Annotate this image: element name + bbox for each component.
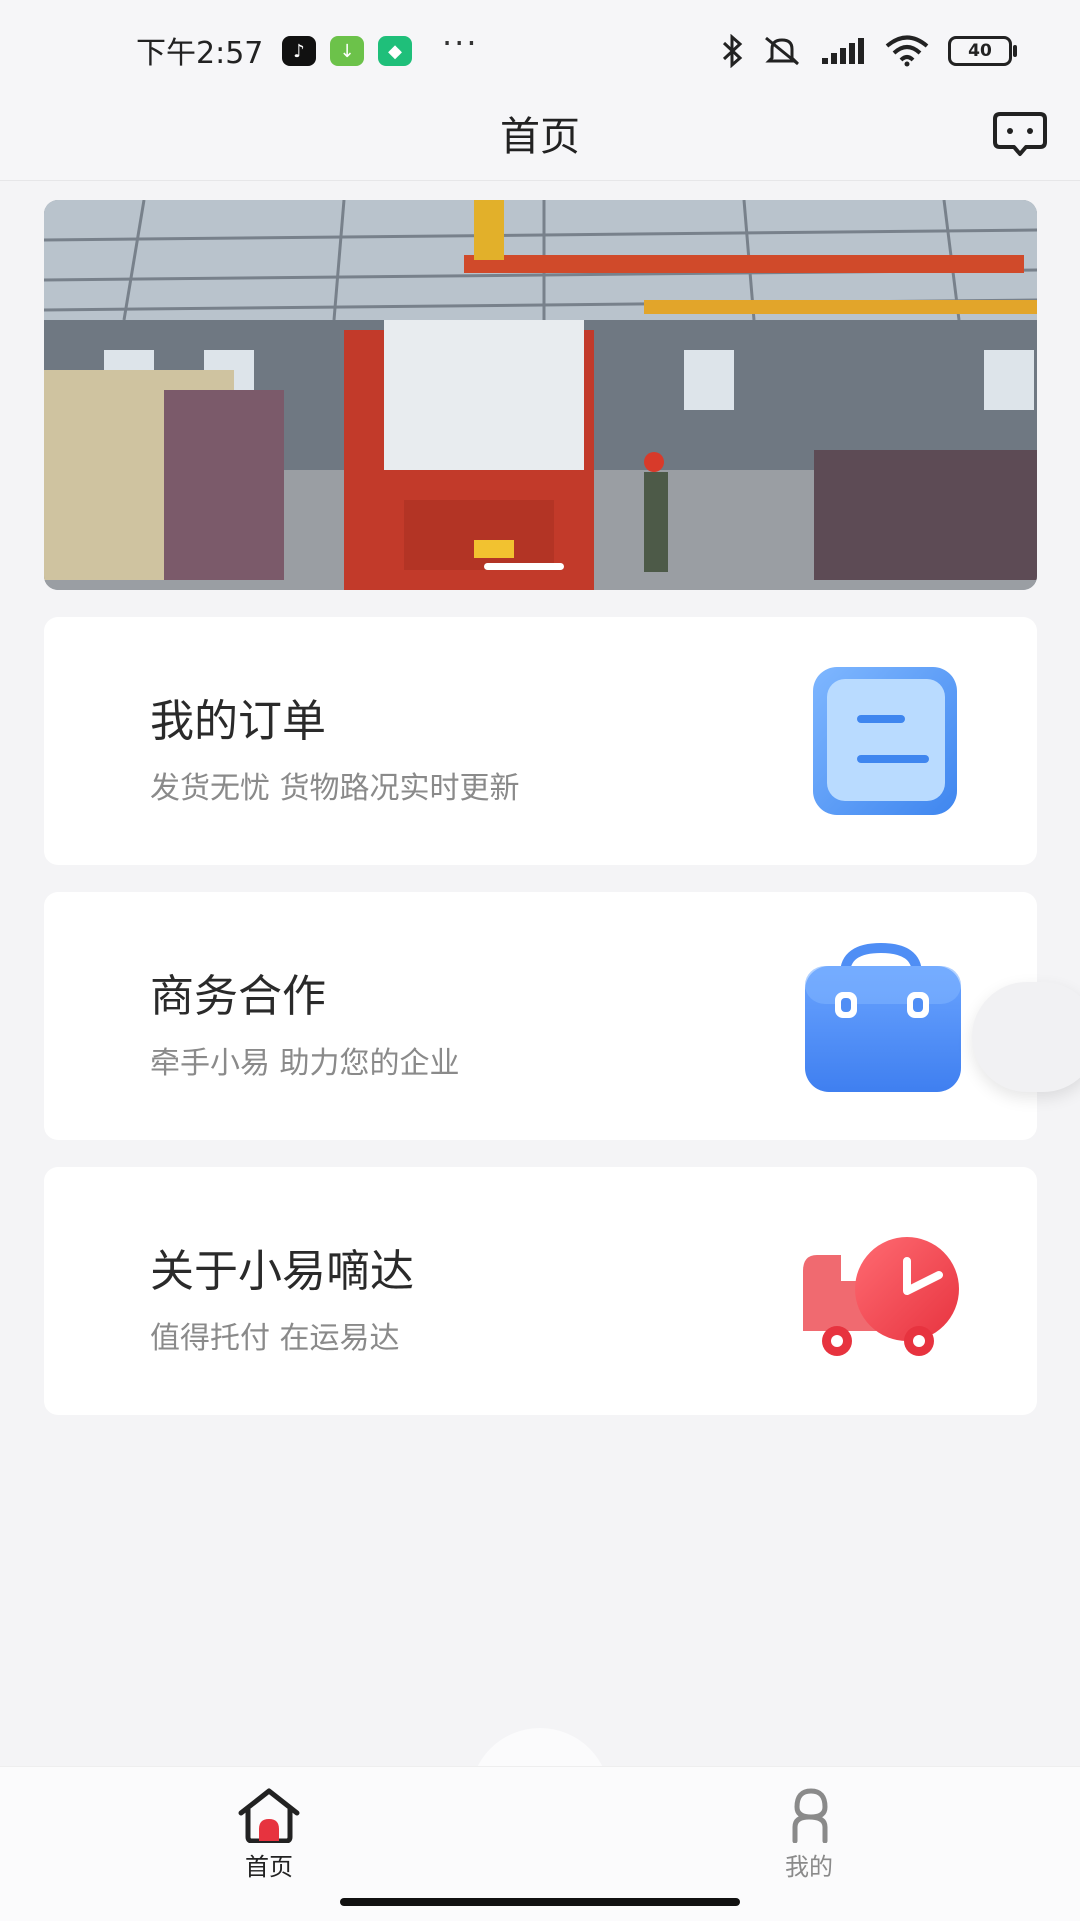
status-time: 下午2:57 bbox=[136, 36, 264, 71]
tab-profile[interactable]: 我的 bbox=[739, 1787, 879, 1882]
card-subtitle: 发货无忧 货物路况实时更新 bbox=[150, 771, 520, 806]
card-subtitle: 牵手小易 助力您的企业 bbox=[150, 1046, 460, 1081]
card-title: 关于小易嘀达 bbox=[150, 1246, 414, 1297]
bluetooth-icon bbox=[722, 34, 743, 68]
card-my-orders[interactable]: 我的订单 发货无忧 货物路况实时更新 bbox=[44, 617, 1037, 865]
home-icon bbox=[238, 1788, 300, 1843]
banner-carousel[interactable] bbox=[44, 200, 1037, 590]
nav-bar: 首页 bbox=[0, 90, 1080, 181]
card-business-cooperation[interactable]: 商务合作 牵手小易 助力您的企业 bbox=[44, 892, 1037, 1140]
download-icon: ↓ bbox=[330, 36, 364, 66]
order-list-icon bbox=[813, 667, 957, 815]
card-title: 商务合作 bbox=[150, 971, 326, 1022]
banner-indicator bbox=[484, 563, 564, 570]
card-about[interactable]: 关于小易嘀达 值得托付 在运易达 bbox=[44, 1167, 1037, 1415]
tiktok-icon: ♪ bbox=[282, 36, 316, 66]
tab-home[interactable]: 首页 bbox=[199, 1787, 339, 1882]
mute-icon bbox=[765, 36, 799, 66]
signal-icon bbox=[822, 38, 864, 64]
system-status: 40 bbox=[720, 34, 1017, 68]
card-title: 我的订单 bbox=[150, 696, 326, 747]
delivery-truck-icon bbox=[803, 1237, 959, 1356]
page-title: 首页 bbox=[500, 114, 580, 160]
shield-icon: ◆ bbox=[378, 36, 412, 66]
card-subtitle: 值得托付 在运易达 bbox=[150, 1321, 400, 1356]
home-indicator[interactable] bbox=[340, 1898, 740, 1906]
tab-label: 首页 bbox=[245, 1853, 293, 1881]
battery-level: 40 bbox=[968, 41, 992, 61]
profile-icon bbox=[792, 1788, 828, 1843]
chat-icon[interactable] bbox=[992, 110, 1048, 158]
status-bar: 下午2:57 ♪ ↓ ◆ ··· 40 bbox=[0, 0, 1080, 100]
banner-image bbox=[44, 200, 1037, 590]
battery-icon: 40 bbox=[948, 36, 1017, 66]
floating-assistive-button[interactable] bbox=[972, 982, 1080, 1092]
more-notifications-icon: ··· bbox=[442, 24, 479, 62]
briefcase-icon bbox=[805, 942, 961, 1092]
wifi-icon bbox=[885, 35, 929, 67]
notification-icons: ♪ ↓ ◆ bbox=[282, 36, 412, 66]
tab-label: 我的 bbox=[785, 1853, 833, 1881]
